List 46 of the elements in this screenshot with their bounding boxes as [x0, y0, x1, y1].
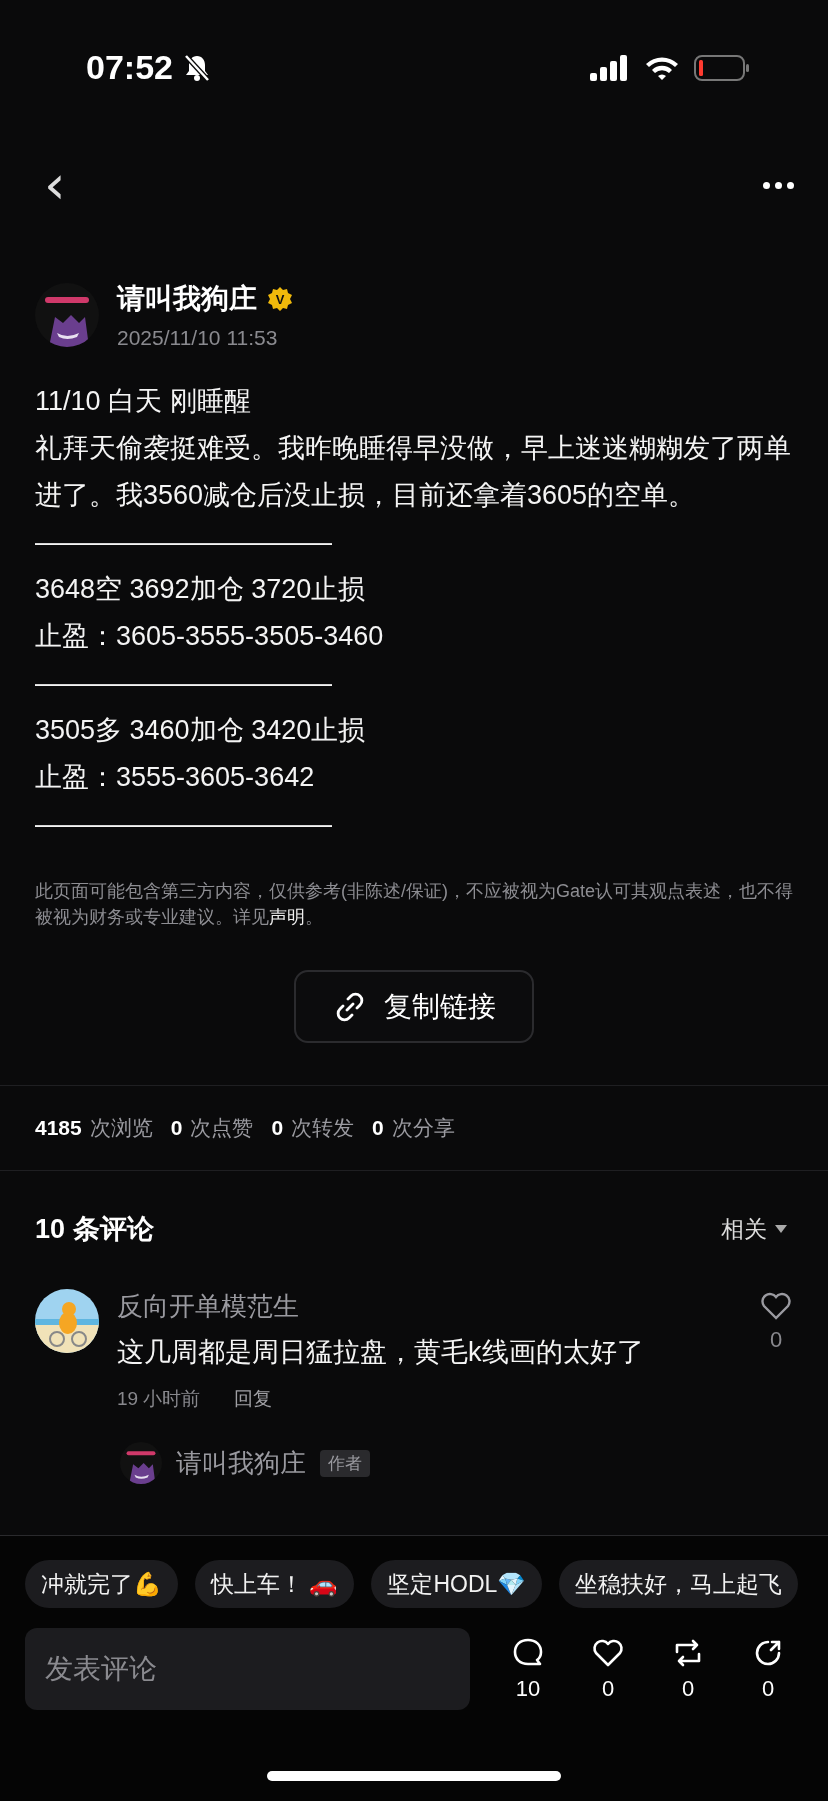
post-text: 3648空 3692加仓 3720止损	[35, 573, 367, 606]
stat-label: 次浏览	[89, 1115, 153, 1141]
post-text: ———————————	[35, 667, 333, 700]
author-badge: 作者	[320, 1449, 370, 1477]
quick-reply-chip[interactable]: 坐稳扶好，马上起飞	[559, 1560, 799, 1608]
like-button[interactable]: 0	[585, 1635, 631, 1703]
post-date: 2025/11/10 11:53	[117, 326, 279, 350]
stat-label: 次点赞	[190, 1115, 254, 1141]
quick-reply-chip[interactable]: 冲就完了💪	[25, 1560, 178, 1608]
like-count: 0	[769, 1327, 783, 1353]
signal-icon	[590, 54, 630, 81]
quick-reply-chip[interactable]: 坚定HODL💎	[371, 1560, 543, 1608]
post-text: 止盈：3555-3605-3642	[35, 761, 316, 794]
share-button[interactable]: 0	[745, 1635, 791, 1703]
comment-input[interactable]: 发表评论	[25, 1628, 470, 1710]
comment-time: 19 小时前	[117, 1387, 201, 1411]
stat-count: 0	[271, 1116, 284, 1140]
commenter-name: 请叫我狗庄	[176, 1446, 306, 1480]
copy-link-button[interactable]: 复制链接	[294, 970, 534, 1043]
disclaimer-text: 此页面可能包含第三方内容，仅供参考(非陈述/保证)，不应被视为Gate认可其观点表述，也不得被视为财务或专业建议。详见声明。	[35, 880, 793, 929]
back-button[interactable]: ‹	[36, 158, 74, 212]
reply-button[interactable]: 回复	[234, 1386, 273, 1412]
post-text: ———————————	[35, 526, 333, 559]
caret-icon	[775, 1225, 787, 1233]
comment-button[interactable]: 10	[505, 1635, 551, 1703]
stat-count: 4185	[35, 1116, 82, 1140]
stat-count: 0	[372, 1116, 384, 1140]
post-text: 礼拜天偷袭挺难受。我昨晚睡得早没做，早上迷迷糊糊发了两单进了。我3560减仓后没止损，目前还拿着3605的空单。	[35, 432, 792, 512]
comments-title: 10 条评论	[35, 1213, 154, 1246]
stat-count: 0	[170, 1116, 183, 1140]
commenter-name: 反向开单模范生	[117, 1290, 300, 1323]
sort-dropdown[interactable]: 相关	[715, 1212, 793, 1246]
battery-icon	[694, 54, 750, 81]
post-text: 止盈：3605-3555-3505-3460	[35, 620, 385, 653]
repost-button[interactable]: 0	[665, 1635, 711, 1703]
statement-link[interactable]: 声明	[269, 907, 305, 927]
stat-label: 次转发	[291, 1115, 355, 1141]
status-time: 07:52	[86, 48, 173, 87]
quick-reply-chip[interactable]: 快上车！ 🚗	[195, 1560, 355, 1608]
post-text: 11/10 白天 刚睡醒	[35, 385, 252, 418]
post-text: 3505多 3460加仓 3420止损	[35, 714, 367, 747]
verified-badge: V	[267, 286, 293, 312]
author-name: 请叫我狗庄	[117, 282, 257, 316]
post-text: ———————————	[35, 808, 333, 841]
stat-label: 次分享	[391, 1115, 455, 1141]
comment-text: 这几周都是周日猛拉盘，黄毛k线画的太好了	[117, 1336, 645, 1369]
